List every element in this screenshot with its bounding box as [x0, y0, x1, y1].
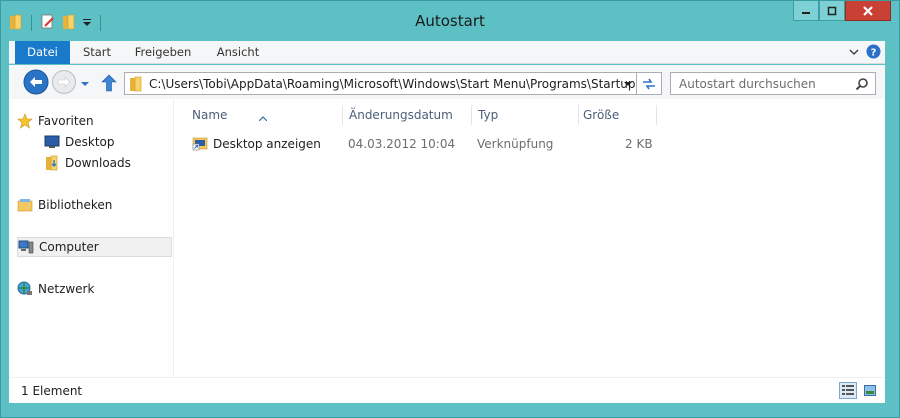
column-separator[interactable]: [656, 105, 657, 125]
folder-icon: [129, 76, 143, 95]
tab-datei[interactable]: Datei: [15, 41, 70, 64]
help-icon[interactable]: ?: [866, 44, 881, 62]
file-type: Verknüpfung: [477, 137, 554, 151]
shortcut-icon: [192, 135, 208, 155]
column-header-date[interactable]: Änderungsdatum: [335, 105, 472, 125]
table-row[interactable]: Desktop anzeigen 04.03.2012 10:04 Verknü…: [175, 134, 885, 154]
back-arrow-icon: [23, 69, 49, 95]
view-switcher: [839, 382, 879, 399]
nav-label: Bibliotheken: [38, 198, 113, 212]
file-date: 04.03.2012 10:04: [348, 137, 456, 151]
search-input[interactable]: [671, 73, 851, 94]
column-header-type[interactable]: Typ: [468, 105, 578, 125]
up-arrow-icon: [101, 74, 117, 92]
desktop-icon: [44, 134, 60, 150]
tab-ansicht[interactable]: Ansicht: [207, 41, 269, 64]
refresh-button[interactable]: [636, 72, 662, 95]
title-bar[interactable]: Autostart: [1, 1, 899, 41]
nav-label: Favoriten: [38, 114, 94, 128]
downloads-folder-icon: [44, 155, 60, 171]
maximize-icon: [827, 6, 837, 15]
file-list: Name Änderungsdatum Typ Größe Desktop an…: [175, 99, 885, 377]
large-icons-view-icon: [864, 385, 876, 396]
expand-ribbon-icon[interactable]: [848, 46, 860, 60]
star-icon: [17, 113, 33, 129]
nav-label: Downloads: [65, 156, 131, 170]
nav-libraries[interactable]: Bibliotheken: [17, 195, 172, 215]
file-size: 2 KB: [625, 137, 653, 151]
explorer-window: Autostart Datei Start Freigeben Ansicht …: [0, 0, 900, 418]
nav-downloads[interactable]: Downloads: [44, 153, 172, 173]
maximize-button[interactable]: [819, 1, 845, 21]
forward-button[interactable]: [51, 69, 77, 98]
address-path: C:\Users\Tobi\AppData\Roaming\Microsoft\…: [149, 77, 636, 91]
computer-icon: [18, 239, 34, 255]
nav-network[interactable]: Netzwerk: [17, 279, 172, 299]
nav-computer[interactable]: Computer: [17, 237, 172, 257]
navigation-pane: Favoriten Desktop Downloads Bibliotheken: [9, 99, 174, 377]
nav-desktop[interactable]: Desktop: [44, 132, 172, 152]
window-controls: [793, 1, 891, 21]
libraries-icon: [17, 197, 33, 213]
sort-ascending-icon: [258, 107, 268, 127]
tab-freigeben[interactable]: Freigeben: [127, 41, 199, 64]
window-title: Autostart: [415, 12, 485, 30]
ribbon-controls: ?: [848, 44, 881, 62]
item-count: 1 Element: [21, 384, 83, 398]
nav-label: Desktop: [65, 135, 115, 149]
address-dropdown-button[interactable]: [619, 73, 637, 94]
forward-arrow-icon: [52, 70, 76, 94]
refresh-icon: [643, 78, 655, 89]
nav-label: Computer: [39, 240, 99, 254]
column-header-name[interactable]: Name: [175, 105, 342, 125]
nav-label: Netzwerk: [38, 282, 95, 296]
close-icon: [863, 5, 873, 16]
minimize-button[interactable]: [793, 1, 819, 21]
details-view-icon: [842, 385, 854, 395]
search-icon[interactable]: [855, 77, 869, 94]
close-button[interactable]: [845, 1, 891, 21]
navigation-bar: C:\Users\Tobi\AppData\Roaming\Microsoft\…: [9, 65, 885, 99]
column-header-size[interactable]: Größe: [573, 105, 658, 125]
up-button[interactable]: [101, 74, 117, 95]
nav-favorites[interactable]: Favoriten: [17, 111, 172, 131]
back-button[interactable]: [23, 69, 49, 98]
chevron-down-icon: [81, 82, 89, 86]
svg-text:?: ?: [871, 48, 877, 59]
status-bar: 1 Element: [9, 377, 885, 403]
content-area: Favoriten Desktop Downloads Bibliotheken: [9, 99, 885, 377]
file-name: Desktop anzeigen: [213, 137, 321, 151]
recent-locations-dropdown[interactable]: [80, 77, 90, 91]
details-view-button[interactable]: [839, 382, 857, 399]
ribbon-tabs: Datei Start Freigeben Ansicht ?: [9, 41, 885, 64]
search-box[interactable]: [670, 72, 876, 95]
tab-start[interactable]: Start: [73, 41, 121, 64]
minimize-icon: [802, 11, 810, 14]
network-icon: [17, 281, 33, 297]
large-icons-view-button[interactable]: [861, 382, 879, 399]
address-bar[interactable]: C:\Users\Tobi\AppData\Roaming\Microsoft\…: [124, 72, 638, 95]
chevron-down-icon: [624, 81, 632, 86]
